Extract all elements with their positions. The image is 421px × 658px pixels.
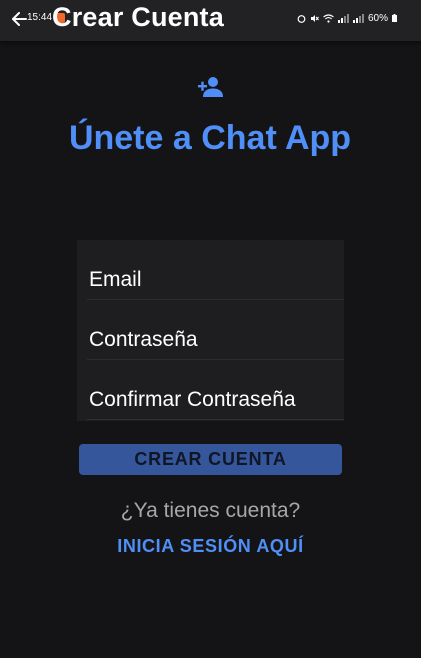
confirm-password-field[interactable]: Confirmar Contraseña: [87, 370, 344, 420]
login-link[interactable]: INICIA SESIÓN AQUÍ: [0, 536, 421, 557]
signal-icon: [337, 13, 349, 23]
mute-icon: [310, 14, 319, 22]
person-add-icon: [198, 77, 223, 97]
status-bar-right: 60%: [297, 12, 397, 24]
password-field-label: Contraseña: [89, 328, 198, 351]
alarm-icon: [297, 14, 306, 23]
email-field-label: Email: [89, 268, 142, 291]
have-account-text: ¿Ya tienes cuenta?: [120, 499, 301, 522]
signup-form: Email Contraseña Confirmar Contraseña: [77, 240, 344, 421]
email-field[interactable]: Email: [87, 250, 344, 300]
battery-level: 60%: [367, 12, 388, 24]
password-field[interactable]: Contraseña: [87, 310, 344, 360]
create-account-button[interactable]: CREAR CUENTA: [79, 444, 342, 475]
welcome-heading: Únete a Chat App: [68, 119, 352, 157]
create-account-screen: 15:44 Crear Cuenta 60% Únete a Chat App …: [0, 0, 421, 658]
signal-icon: [352, 13, 364, 23]
battery-icon: [392, 14, 397, 22]
arrow-left-icon: [12, 12, 27, 26]
back-button[interactable]: [10, 8, 28, 30]
top-app-bar: 15:44 Crear Cuenta 60%: [0, 0, 421, 41]
wifi-icon: [323, 13, 334, 23]
page-title: Crear Cuenta: [52, 2, 224, 32]
confirm-password-field-label: Confirmar Contraseña: [89, 388, 296, 411]
status-time: 15:44: [27, 12, 53, 23]
